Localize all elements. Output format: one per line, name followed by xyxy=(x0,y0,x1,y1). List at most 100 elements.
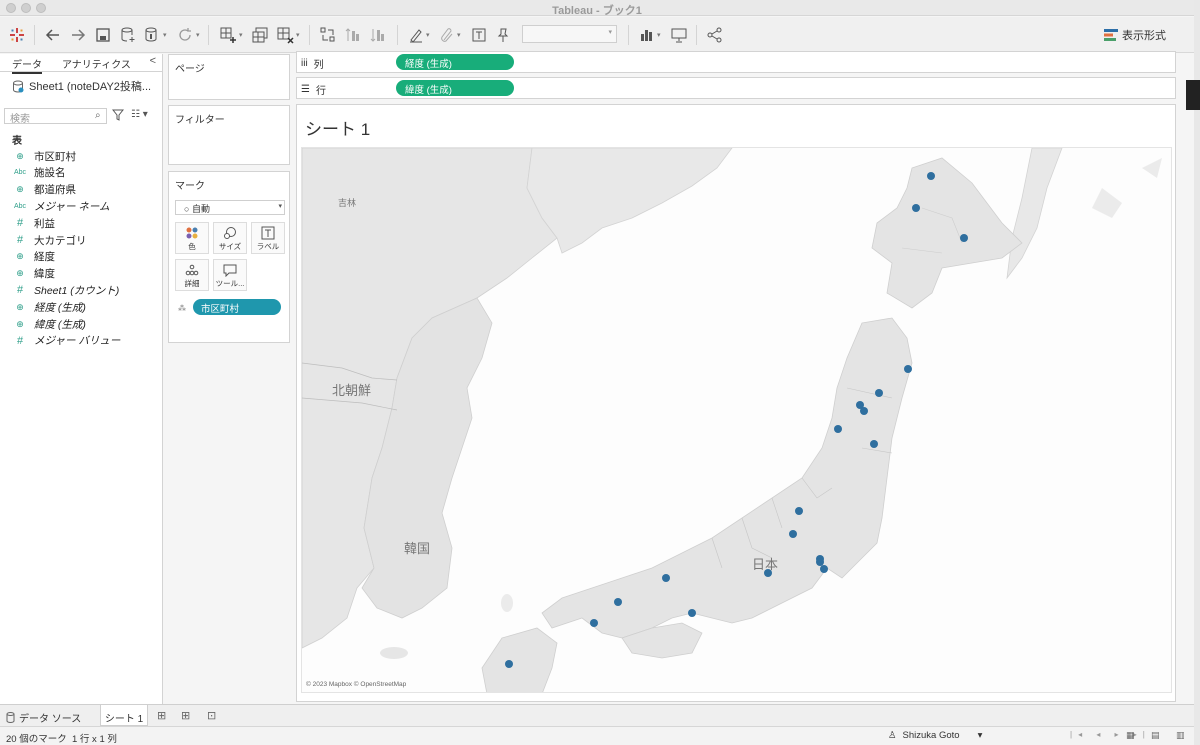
label-button[interactable]: ラベル xyxy=(251,222,285,254)
map-mark[interactable] xyxy=(860,407,868,415)
map-mark[interactable] xyxy=(614,598,622,606)
map-mark[interactable] xyxy=(912,204,920,212)
format-button[interactable]: 表示形式 xyxy=(1104,27,1166,43)
color-label: 色 xyxy=(188,242,196,251)
datasource-item[interactable]: Sheet1 (noteDAY2投稿... xyxy=(12,78,151,94)
presentation-mode-icon[interactable] xyxy=(669,25,689,45)
redo-icon[interactable] xyxy=(68,25,88,45)
field-item[interactable]: # 大カテゴリ xyxy=(12,232,87,248)
format-icon xyxy=(1104,29,1118,41)
map-mark[interactable] xyxy=(764,569,772,577)
window-title: Tableau - ブック1 xyxy=(552,5,642,17)
map-view[interactable]: 吉林 北朝鮮 韓国 日本 © 2023 Mapbox © OpenStreetM… xyxy=(301,147,1172,693)
pause-update-icon[interactable] xyxy=(142,25,162,45)
map-mark[interactable] xyxy=(688,609,696,617)
toolbar: ▾ ▾ ▾ ▾ ▾ ▾ ▾ ▾ 表示形式 xyxy=(0,17,1194,53)
view-options-icon[interactable]: ☷ ▾ xyxy=(131,109,148,120)
user-menu[interactable]: ♙ Shizuka Goto ▾ xyxy=(888,730,982,741)
show-mark-labels-icon[interactable] xyxy=(469,25,489,45)
map-mark[interactable] xyxy=(875,389,883,397)
field-item[interactable]: ⊕ 緯度 (生成) xyxy=(12,316,86,332)
swap-rows-columns-icon[interactable] xyxy=(318,25,338,45)
sheet-view-icons[interactable]: ▦ ▤ ▥ xyxy=(1126,730,1192,741)
size-button[interactable]: サイズ xyxy=(213,222,247,254)
field-item[interactable]: ⊕ 経度 xyxy=(12,249,55,265)
map-mark[interactable] xyxy=(820,565,828,573)
pin-axes-icon[interactable] xyxy=(493,25,513,45)
search-input[interactable]: 検索 xyxy=(4,108,107,125)
field-item[interactable]: Abc メジャー ネーム xyxy=(12,198,110,214)
table-section-header: 表 xyxy=(12,136,22,147)
size-label: サイズ xyxy=(218,242,242,251)
new-worksheet-tab-icon[interactable]: ⊞ xyxy=(157,709,166,722)
filters-shelf[interactable]: フィルター xyxy=(168,105,290,165)
pages-shelf[interactable]: ページ xyxy=(168,54,290,100)
show-me-icon[interactable] xyxy=(638,25,658,45)
undo-icon[interactable] xyxy=(43,25,63,45)
globe-icon: ⊕ xyxy=(16,251,24,262)
columns-pill[interactable]: 経度 (生成) xyxy=(396,54,514,70)
field-name: 市区町村 xyxy=(34,150,76,163)
field-item[interactable]: ⊕ 経度 (生成) xyxy=(12,299,86,315)
mark-type-dropdown[interactable]: ○ 自動 ▾ xyxy=(175,200,285,215)
fit-dropdown[interactable]: ▾ xyxy=(522,25,617,43)
sheet-title[interactable]: シート 1 xyxy=(305,115,370,140)
field-item[interactable]: ⊕ 緯度 xyxy=(12,266,55,282)
sheet-tab[interactable]: シート 1 xyxy=(100,705,148,726)
group-members-icon[interactable] xyxy=(437,25,457,45)
rows-pill[interactable]: 緯度 (生成) xyxy=(396,80,514,96)
tab-analytics[interactable]: アナリティクス xyxy=(62,56,131,71)
map-mark[interactable] xyxy=(816,558,824,566)
map-mark[interactable] xyxy=(590,619,598,627)
view-area: シート 1 吉林 北朝鮮 韓国 日本 © 2023 Mapbox © OpenS… xyxy=(296,104,1176,702)
detail-button[interactable]: 詳細 xyxy=(175,259,209,291)
share-icon[interactable] xyxy=(705,25,725,45)
new-datasource-icon[interactable] xyxy=(118,25,138,45)
new-worksheet-icon[interactable] xyxy=(218,25,238,45)
refresh-icon[interactable] xyxy=(175,25,195,45)
field-item[interactable]: Abc 施設名 xyxy=(12,165,66,181)
map-mark[interactable] xyxy=(662,574,670,582)
shelves-column: ページ フィルター マーク ○ 自動 ▾ 色 サイズ ラベル 詳細 ツール...… xyxy=(168,54,291,704)
color-icon xyxy=(186,227,198,239)
field-item[interactable]: # Sheet1 (カウント) xyxy=(12,282,119,298)
globe-icon: ⊕ xyxy=(16,184,24,195)
detail-pill[interactable]: 市区町村 xyxy=(193,299,281,315)
filter-icon[interactable] xyxy=(112,109,124,121)
map-mark[interactable] xyxy=(505,660,513,668)
color-button[interactable]: 色 xyxy=(175,222,209,254)
map-mark[interactable] xyxy=(960,234,968,242)
map-mark[interactable] xyxy=(870,440,878,448)
field-item[interactable]: ⊕ 都道府県 xyxy=(12,182,76,198)
highlight-icon[interactable] xyxy=(406,25,426,45)
field-item[interactable]: ⊕ 市区町村 xyxy=(12,148,76,164)
map-mark[interactable] xyxy=(927,172,935,180)
datasource-tab[interactable]: データ ソース xyxy=(6,710,81,725)
map-mark[interactable] xyxy=(904,365,912,373)
rows-shelf[interactable]: ☰ 行 緯度 (生成) xyxy=(296,77,1176,99)
tab-data[interactable]: データ xyxy=(12,56,42,74)
globe-icon: ⊕ xyxy=(16,268,24,279)
detail-icon xyxy=(185,264,199,276)
duplicate-sheet-icon[interactable] xyxy=(250,25,270,45)
columns-shelf[interactable]: iii 列 経度 (生成) xyxy=(296,51,1176,73)
clear-sheet-icon[interactable] xyxy=(275,25,295,45)
sort-ascending-icon[interactable] xyxy=(343,25,363,45)
user-icon: ♙ xyxy=(888,730,897,741)
field-item[interactable]: # メジャー バリュー xyxy=(12,333,120,349)
new-story-tab-icon[interactable]: ⊡ xyxy=(207,709,216,722)
tableau-logo-icon[interactable] xyxy=(7,25,27,45)
field-name: Sheet1 (カウント) xyxy=(34,284,120,297)
save-icon[interactable] xyxy=(93,25,113,45)
field-item[interactable]: # 利益 xyxy=(12,215,55,231)
collapse-pane-icon[interactable]: < xyxy=(150,55,156,67)
new-dashboard-tab-icon[interactable]: ⊞ xyxy=(181,709,190,722)
map-attribution[interactable]: © 2023 Mapbox © OpenStreetMap xyxy=(306,681,406,688)
tooltip-button[interactable]: ツール... xyxy=(213,259,247,291)
marks-card-title: マーク xyxy=(175,181,205,192)
map-mark[interactable] xyxy=(834,425,842,433)
map-mark[interactable] xyxy=(789,530,797,538)
map-mark[interactable] xyxy=(795,507,803,515)
sort-descending-icon[interactable] xyxy=(368,25,388,45)
label-icon xyxy=(261,226,275,240)
